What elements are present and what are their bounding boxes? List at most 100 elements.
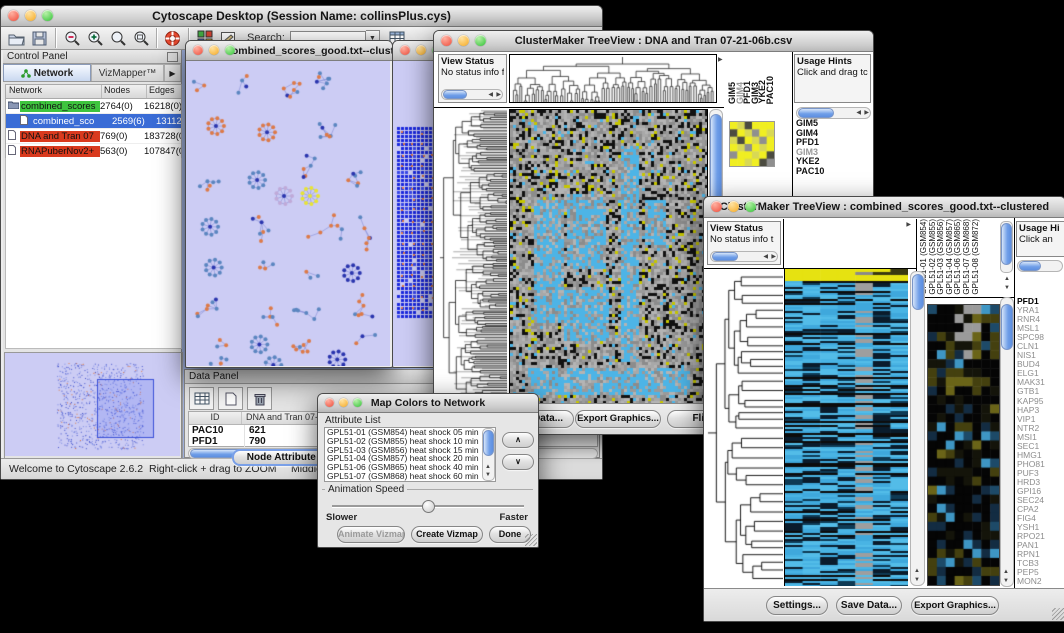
tv1-heatmap[interactable] bbox=[509, 109, 708, 404]
tab-overflow-button[interactable]: ▶ bbox=[164, 64, 181, 81]
tv1-export-graphics-button[interactable]: Export Graphics... bbox=[575, 410, 661, 428]
tv2-status-scrollbar[interactable]: ◀ ▶ bbox=[710, 251, 778, 262]
animate-vizmap-button[interactable]: Animate Vizmap bbox=[337, 526, 405, 543]
save-icon[interactable] bbox=[28, 28, 51, 49]
tv2-hints-scrollbar[interactable] bbox=[1017, 260, 1063, 272]
tv2-save-data-button[interactable]: Save Data... bbox=[836, 596, 902, 615]
network-edges: 13112(15) bbox=[156, 116, 181, 127]
zoom-selected-icon[interactable] bbox=[106, 28, 129, 49]
minimize-button[interactable] bbox=[458, 35, 469, 46]
resize-grip[interactable] bbox=[525, 534, 537, 546]
network-row[interactable]: combined_sco2569(6)13112(15) bbox=[6, 114, 181, 129]
network-edges: 107847(0) bbox=[144, 146, 181, 157]
close-button[interactable] bbox=[441, 35, 452, 46]
network-edges: 16218(0) bbox=[144, 101, 181, 112]
tv2-settings-button[interactable]: Settings... bbox=[766, 596, 828, 615]
minimize-button[interactable] bbox=[209, 45, 219, 55]
attribute-listbox[interactable]: GPL51-01 (GSM854) heat shock 05 minGPL51… bbox=[324, 427, 496, 482]
toolbar-separator bbox=[55, 28, 56, 48]
tv2-gene-vscroll[interactable]: ▲ ▼ bbox=[1000, 297, 1014, 587]
tv2-gene-label[interactable]: MON2 bbox=[1017, 577, 1064, 586]
control-panel-tabs: Network VizMapper™ ▶ bbox=[3, 64, 181, 82]
tv2-heatmap[interactable] bbox=[784, 269, 908, 586]
tab-network[interactable]: Network bbox=[3, 64, 91, 81]
network-name: RNAPuberNov2+ bbox=[20, 146, 100, 157]
birdseye-canvas[interactable] bbox=[5, 353, 180, 456]
slider-thumb[interactable] bbox=[422, 500, 435, 513]
network-graph-canvas[interactable] bbox=[186, 61, 390, 366]
new-attribute-icon[interactable] bbox=[218, 387, 243, 410]
close-button[interactable] bbox=[400, 45, 410, 55]
tv1-status-scrollbar[interactable]: ◀ ▶ bbox=[441, 89, 503, 100]
animation-speed-slider[interactable] bbox=[332, 501, 524, 511]
data-col-id[interactable]: ID bbox=[189, 412, 242, 424]
col-header-edges[interactable]: Edges bbox=[147, 85, 181, 98]
zoom-button[interactable] bbox=[42, 10, 53, 21]
zoom-button[interactable] bbox=[225, 45, 235, 55]
tv2-gene-list: PFD1YRA1RNR4MSL1SPC98CLN1NIS1BUD4ELG1MAK… bbox=[1017, 297, 1064, 586]
resize-grip[interactable] bbox=[1052, 608, 1064, 620]
zoom-button[interactable] bbox=[745, 201, 756, 212]
control-panel: Control Panel Network VizMapper™ ▶ Netwo… bbox=[3, 50, 182, 458]
slower-label: Slower bbox=[326, 512, 357, 523]
tv2-labels-vscroll[interactable] bbox=[1000, 221, 1013, 273]
close-button[interactable] bbox=[193, 45, 203, 55]
minimize-button[interactable] bbox=[728, 201, 739, 212]
tv1-column-dendrogram[interactable] bbox=[509, 54, 716, 103]
treeview2-titlebar[interactable]: ClusterMaker TreeView : combined_scores_… bbox=[704, 197, 1064, 218]
delete-attribute-icon[interactable] bbox=[247, 387, 272, 410]
tv1-mini-heatmap[interactable] bbox=[729, 121, 775, 167]
close-button[interactable] bbox=[711, 201, 722, 212]
tv2-column-label[interactable]: GPL51-08 (GSM872) bbox=[972, 219, 981, 295]
minimize-button[interactable] bbox=[339, 398, 348, 407]
treeview1-titlebar[interactable]: ClusterMaker TreeView : DNA and Tran 07-… bbox=[434, 31, 873, 52]
tv2-column-labels-panel: GPL51-01 (GSM854)GPL51-02 (GSM855)GPL51-… bbox=[916, 219, 1014, 298]
tv2-view-status-text: No status info t bbox=[710, 234, 778, 245]
tv2-zoom-heatmap[interactable] bbox=[927, 304, 1000, 586]
tv1-row-dendrogram[interactable] bbox=[438, 109, 507, 404]
tv2-column-dendrogram[interactable]: ▶ bbox=[784, 219, 913, 268]
attribute-list-vscroll[interactable]: ▲ ▼ bbox=[482, 428, 495, 481]
tv1-column-label[interactable]: PAC10 bbox=[767, 76, 774, 104]
faster-label: Faster bbox=[499, 512, 528, 523]
minimize-button[interactable] bbox=[25, 10, 36, 21]
network-tree-empty bbox=[5, 158, 182, 349]
move-down-button[interactable]: ∨ bbox=[502, 454, 534, 470]
network-name: combined_sco bbox=[32, 116, 112, 127]
attribute-item[interactable]: GPL51-07 (GSM868) heat shock 60 min bbox=[327, 472, 495, 481]
network-row[interactable]: combined_scores2764(0)16218(0) bbox=[6, 99, 181, 114]
attribute-select-icon[interactable] bbox=[189, 387, 214, 410]
tv2-export-graphics-button[interactable]: Export Graphics... bbox=[911, 596, 999, 615]
main-titlebar[interactable]: Cytoscape Desktop (Session Name: collins… bbox=[1, 6, 602, 27]
data-panel-toolbar bbox=[189, 387, 272, 410]
move-up-button[interactable]: ∧ bbox=[502, 432, 534, 448]
zoom-button[interactable] bbox=[353, 398, 362, 407]
tv2-vscroll[interactable]: ▲ ▼ bbox=[910, 271, 925, 586]
close-button[interactable] bbox=[325, 398, 334, 407]
tv1-gene-label[interactable]: PAC10 bbox=[796, 167, 866, 177]
col-header-network[interactable]: Network bbox=[6, 85, 102, 98]
network-row[interactable]: DNA and Tran 07769(0)183728(0) bbox=[6, 129, 181, 144]
network-view-titlebar[interactable]: combined_scores_good.txt--cluste... bbox=[186, 41, 392, 61]
minimize-button[interactable] bbox=[416, 45, 426, 55]
treeview2-title: ClusterMaker TreeView : combined_scores_… bbox=[704, 201, 1064, 213]
col-header-nodes[interactable]: Nodes bbox=[102, 85, 147, 98]
zoom-out-icon[interactable] bbox=[60, 28, 83, 49]
window-controls[interactable] bbox=[8, 10, 53, 21]
data-panel-title: Data Panel bbox=[189, 371, 238, 382]
float-panel-icon[interactable] bbox=[167, 52, 178, 62]
tv1-dendro-scroll-strip[interactable]: ▶ bbox=[716, 54, 725, 103]
map-dialog-titlebar[interactable]: Map Colors to Network bbox=[318, 394, 538, 413]
help-lifering-icon[interactable] bbox=[161, 28, 184, 49]
tv1-view-status: View Status No status info f ◀ ▶ bbox=[438, 54, 507, 103]
close-button[interactable] bbox=[8, 10, 19, 21]
zoom-in-icon[interactable] bbox=[83, 28, 106, 49]
network-row[interactable]: RNAPuberNov2+563(0)107847(0) bbox=[6, 144, 181, 159]
create-vizmap-button[interactable]: Create Vizmap bbox=[411, 526, 483, 543]
zoom-button[interactable] bbox=[475, 35, 486, 46]
animation-speed-label: Animation Speed bbox=[325, 484, 407, 495]
tab-vizmapper[interactable]: VizMapper™ bbox=[91, 64, 164, 81]
tv2-row-dendrogram[interactable] bbox=[706, 269, 783, 586]
open-file-icon[interactable] bbox=[5, 28, 28, 49]
zoom-fit-icon[interactable] bbox=[129, 28, 152, 49]
